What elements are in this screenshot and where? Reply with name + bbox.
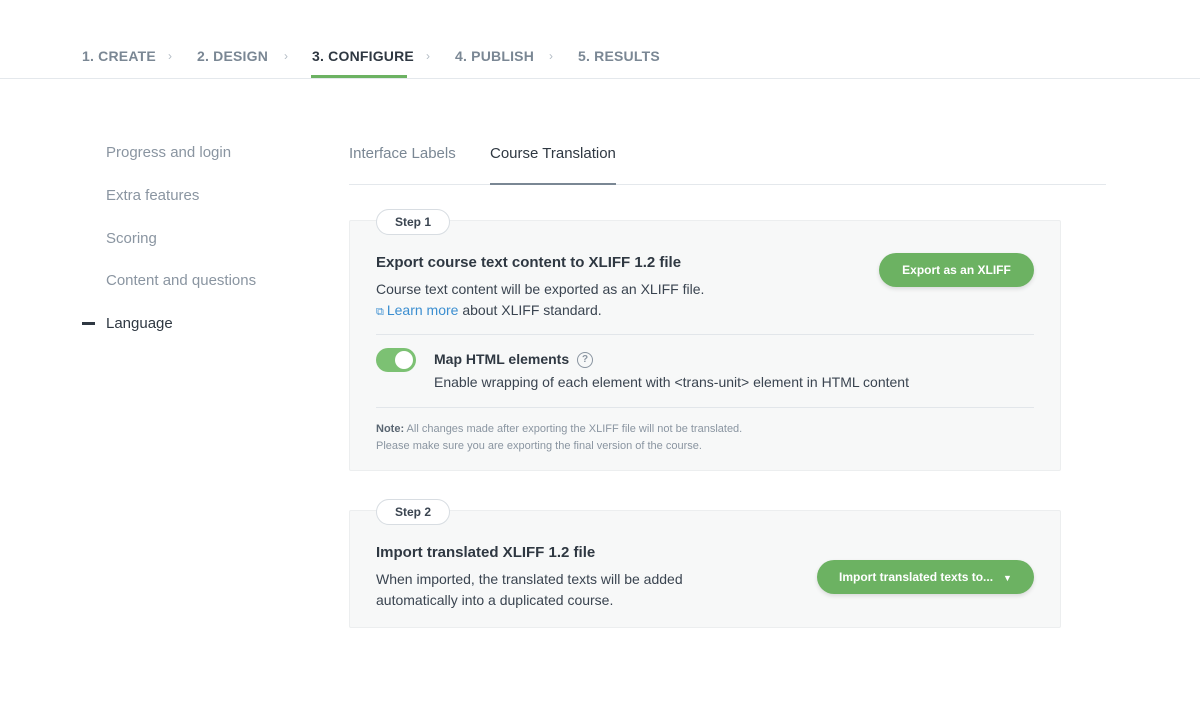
export-step-card: Export course text content to XLIFF 1.2 …	[349, 220, 1061, 471]
sidebar-item-content-and-questions[interactable]: Content and questions	[106, 272, 256, 289]
divider	[376, 334, 1034, 335]
step-create[interactable]: 1. CREATE	[82, 48, 156, 64]
map-html-option: Map HTML elements?	[434, 351, 594, 369]
tabs-divider	[349, 184, 1106, 185]
step-results[interactable]: 5. RESULTS	[578, 48, 660, 64]
import-title: Import translated XLIFF 1.2 file	[376, 544, 596, 561]
export-note: Note: All changes made after exporting t…	[376, 423, 743, 452]
chevron-right-icon: ›	[168, 49, 172, 63]
import-step-card: Import translated XLIFF 1.2 file When im…	[349, 510, 1061, 628]
help-icon[interactable]: ?	[577, 352, 594, 369]
chevron-right-icon: ›	[549, 49, 553, 63]
active-step-indicator	[311, 75, 407, 78]
step-publish[interactable]: 4. PUBLISH	[455, 48, 534, 64]
tab-interface-labels[interactable]: Interface Labels	[349, 145, 456, 162]
step-1-badge: Step 1	[376, 209, 451, 235]
sidebar-item-language[interactable]: Language	[106, 315, 173, 332]
toggle-knob	[395, 351, 413, 369]
chevron-right-icon: ›	[426, 49, 430, 63]
external-link-icon: ⧉	[376, 306, 384, 318]
step-design[interactable]: 2. DESIGN	[197, 48, 268, 64]
sidebar-item-scoring[interactable]: Scoring	[106, 230, 157, 247]
step-configure[interactable]: 3. CONFIGURE	[312, 48, 414, 64]
import-description: When imported, the translated texts will…	[376, 571, 683, 608]
export-title: Export course text content to XLIFF 1.2 …	[376, 254, 682, 271]
chevron-right-icon: ›	[284, 49, 288, 63]
wizard-stepper: 1. CREATE › 2. DESIGN › 3. CONFIGURE › 4…	[0, 0, 1200, 79]
map-html-toggle[interactable]	[376, 348, 416, 372]
step-2-badge: Step 2	[376, 499, 451, 525]
divider	[376, 407, 1034, 408]
map-html-description: Enable wrapping of each element with <tr…	[434, 374, 909, 390]
learn-more-link[interactable]: ⧉ Learn more	[376, 302, 458, 318]
active-tab-indicator	[490, 183, 616, 185]
export-description: Course text content will be exported as …	[376, 281, 705, 318]
chevron-down-icon: ▼	[1003, 573, 1012, 583]
sidebar-item-progress-and-login[interactable]: Progress and login	[106, 144, 231, 161]
import-translated-button[interactable]: Import translated texts to... ▼	[817, 560, 1034, 594]
sidebar-item-extra-features[interactable]: Extra features	[106, 187, 199, 204]
tab-course-translation[interactable]: Course Translation	[490, 145, 616, 162]
active-item-marker	[82, 322, 95, 325]
export-xliff-button[interactable]: Export as an XLIFF	[879, 253, 1034, 287]
